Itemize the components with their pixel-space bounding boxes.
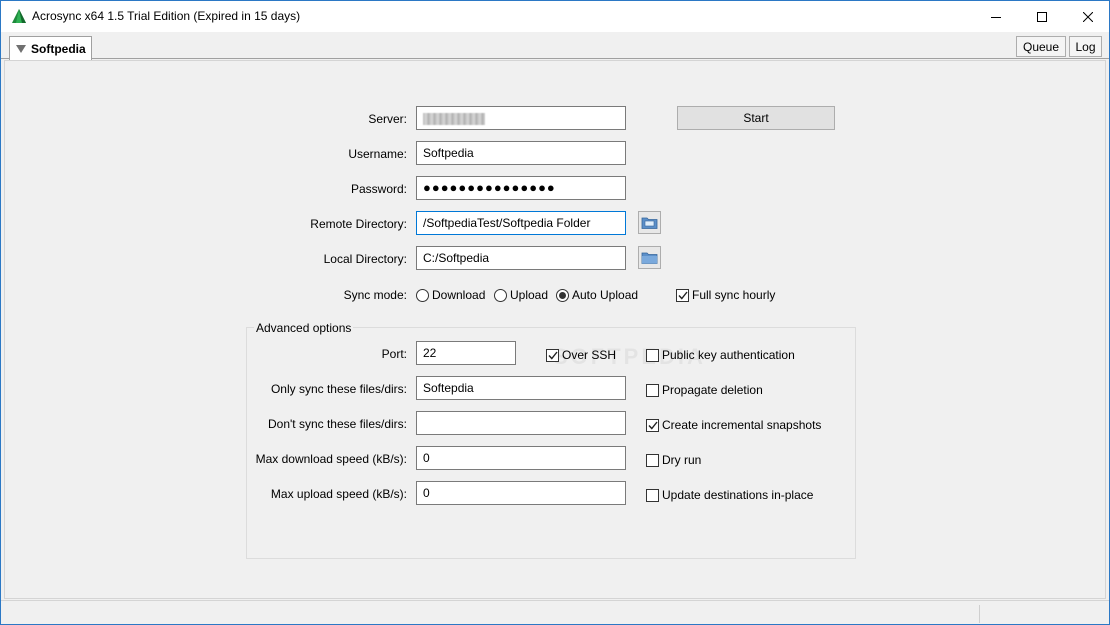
maximize-icon	[1037, 11, 1047, 22]
update-in-place-checkbox[interactable]: Update destinations in-place	[646, 488, 813, 502]
full-sync-hourly-checkbox[interactable]: Full sync hourly	[676, 288, 775, 302]
radio-circle-selected[interactable]	[556, 288, 569, 302]
checkbox-box[interactable]	[646, 348, 659, 362]
propagate-deletion-label: Propagate deletion	[662, 383, 763, 397]
browse-remote-button[interactable]	[638, 211, 661, 234]
radio-auto-upload-label: Auto Upload	[572, 288, 639, 302]
over-ssh-checkbox[interactable]: Over SSH	[546, 348, 616, 362]
port-input[interactable]: 22	[416, 341, 516, 365]
dont-sync-label: Don't sync these files/dirs:	[267, 417, 407, 431]
sync-mode-label: Sync mode:	[343, 288, 407, 302]
app-window: Acrosync x64 1.5 Trial Edition (Expired …	[0, 0, 1110, 625]
minimize-button[interactable]	[973, 1, 1019, 32]
radio-circle[interactable]	[416, 288, 429, 302]
dry-run-label: Dry run	[662, 453, 702, 467]
queue-button[interactable]: Queue	[1016, 36, 1066, 57]
checkbox-box[interactable]	[646, 383, 659, 397]
maximize-button[interactable]	[1019, 1, 1065, 32]
local-directory-input[interactable]: C:/Softpedia	[416, 246, 626, 270]
checkbox-box[interactable]	[546, 348, 559, 362]
minimize-icon	[991, 16, 1001, 18]
incremental-snapshots-label: Create incremental snapshots	[662, 418, 822, 432]
status-bar	[1, 600, 1109, 624]
folder-icon	[641, 252, 658, 264]
only-sync-label: Only sync these files/dirs:	[270, 382, 407, 396]
radio-upload[interactable]: Upload	[494, 288, 548, 302]
username-label: Username:	[348, 147, 407, 161]
max-upload-label: Max upload speed (kB/s):	[270, 487, 407, 501]
username-input[interactable]: Softpedia	[416, 141, 626, 165]
checkmark-icon	[547, 351, 558, 360]
password-label: Password:	[350, 182, 407, 196]
max-download-input[interactable]: 0	[416, 446, 626, 470]
dry-run-checkbox[interactable]: Dry run	[646, 453, 701, 467]
full-sync-hourly-label: Full sync hourly	[692, 288, 776, 302]
radio-upload-label: Upload	[510, 288, 549, 302]
password-value: ●●●●●●●●●●●●●●●	[423, 180, 556, 195]
remote-directory-input[interactable]: /SoftpediaTest/Softpedia Folder	[416, 211, 626, 235]
checkmark-icon	[677, 291, 688, 300]
browse-local-button[interactable]	[638, 246, 661, 269]
dropdown-arrow-icon[interactable]	[16, 44, 26, 53]
tab-softpedia[interactable]: Softpedia	[9, 36, 92, 60]
password-input[interactable]: ●●●●●●●●●●●●●●●	[416, 176, 626, 200]
start-button[interactable]: Start	[677, 106, 835, 130]
radio-auto-upload[interactable]: Auto Upload	[556, 288, 638, 302]
remote-directory-label: Remote Directory:	[310, 217, 407, 231]
advanced-options-title: Advanced options	[254, 321, 354, 335]
public-key-auth-label: Public key authentication	[662, 348, 795, 362]
status-separator	[979, 605, 980, 623]
propagate-deletion-checkbox[interactable]: Propagate deletion	[646, 383, 763, 397]
tab-label: Softpedia	[31, 41, 86, 56]
acrosync-logo-icon	[12, 9, 26, 23]
window-title: Acrosync x64 1.5 Trial Edition (Expired …	[32, 9, 301, 23]
checkbox-box[interactable]	[646, 453, 659, 467]
public-key-auth-checkbox[interactable]: Public key authentication	[646, 348, 795, 362]
over-ssh-label: Over SSH	[562, 348, 617, 362]
checkbox-box[interactable]	[676, 288, 689, 302]
update-in-place-label: Update destinations in-place	[662, 488, 814, 502]
max-upload-input[interactable]: 0	[416, 481, 626, 505]
local-directory-label: Local Directory:	[323, 252, 407, 266]
incremental-snapshots-checkbox[interactable]: Create incremental snapshots	[646, 418, 821, 432]
tab-bar: Softpedia Queue Log	[1, 32, 1109, 60]
checkmark-icon	[647, 421, 658, 430]
radio-download[interactable]: Download	[416, 288, 485, 302]
server-value-redacted	[423, 112, 485, 125]
checkbox-box[interactable]	[646, 418, 659, 432]
server-input[interactable]	[416, 106, 626, 130]
log-button[interactable]: Log	[1069, 36, 1102, 57]
only-sync-input[interactable]: Softepdia	[416, 376, 626, 400]
network-folder-icon	[641, 217, 658, 229]
server-label: Server:	[368, 112, 407, 126]
dont-sync-input[interactable]	[416, 411, 626, 435]
radio-download-label: Download	[432, 288, 486, 302]
radio-circle[interactable]	[494, 288, 507, 302]
max-download-label: Max download speed (kB/s):	[255, 452, 407, 466]
title-bar[interactable]: Acrosync x64 1.5 Trial Edition (Expired …	[1, 1, 1109, 32]
main-panel: Server: Start Username: Softpedia Passwo…	[4, 60, 1106, 599]
port-label: Port:	[381, 347, 407, 361]
checkbox-box[interactable]	[646, 488, 659, 502]
close-icon	[1083, 11, 1093, 22]
close-button[interactable]	[1065, 1, 1110, 32]
